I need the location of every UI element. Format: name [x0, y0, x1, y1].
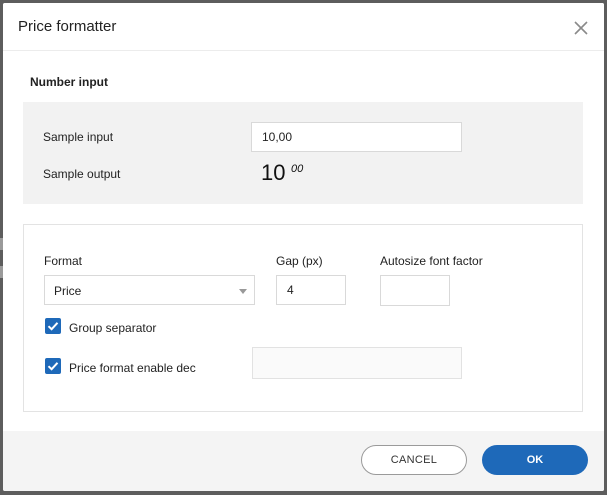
- gap-input[interactable]: [276, 275, 346, 305]
- sample-output-integer: 10: [261, 160, 286, 185]
- format-label: Format: [44, 254, 83, 268]
- sample-panel: Sample input Sample output 10 00: [23, 102, 583, 204]
- gap-label: Gap (px): [276, 254, 323, 268]
- ok-button[interactable]: OK: [482, 445, 588, 475]
- section-title-number-input: Number input: [30, 75, 108, 89]
- dialog-footer: CANCEL OK: [3, 431, 604, 491]
- sample-input-label: Sample input: [43, 130, 114, 144]
- dialog-body: Number input Sample input Sample output …: [3, 51, 604, 431]
- cancel-button[interactable]: CANCEL: [361, 445, 467, 475]
- price-formatter-dialog: Price formatter Number input Sample inpu…: [3, 3, 604, 491]
- group-separator-checkbox[interactable]: [45, 318, 61, 334]
- autosize-input[interactable]: [380, 275, 450, 306]
- price-format-dec-input[interactable]: [252, 347, 462, 379]
- sample-output-label: Sample output: [43, 167, 121, 181]
- sample-output-decimals: 00: [291, 163, 304, 175]
- autosize-label: Autosize font factor: [380, 254, 483, 268]
- group-separator-label: Group separator: [69, 321, 157, 335]
- price-format-enable-dec-label: Price format enable dec: [69, 361, 196, 375]
- format-select[interactable]: Price: [44, 275, 255, 305]
- format-select-value: Price: [54, 284, 82, 298]
- close-icon: [574, 21, 588, 35]
- dialog-header: Price formatter: [3, 3, 604, 51]
- price-format-enable-dec-checkbox[interactable]: [45, 358, 61, 374]
- dialog-title: Price formatter: [18, 18, 117, 35]
- checkmark-icon: [47, 322, 59, 331]
- checkmark-icon: [47, 362, 59, 371]
- close-button[interactable]: [571, 18, 591, 38]
- sample-input-field[interactable]: [251, 122, 462, 152]
- format-panel: Format Price Gap (px) Autosize font fact…: [23, 224, 583, 412]
- chevron-down-icon: [239, 289, 247, 294]
